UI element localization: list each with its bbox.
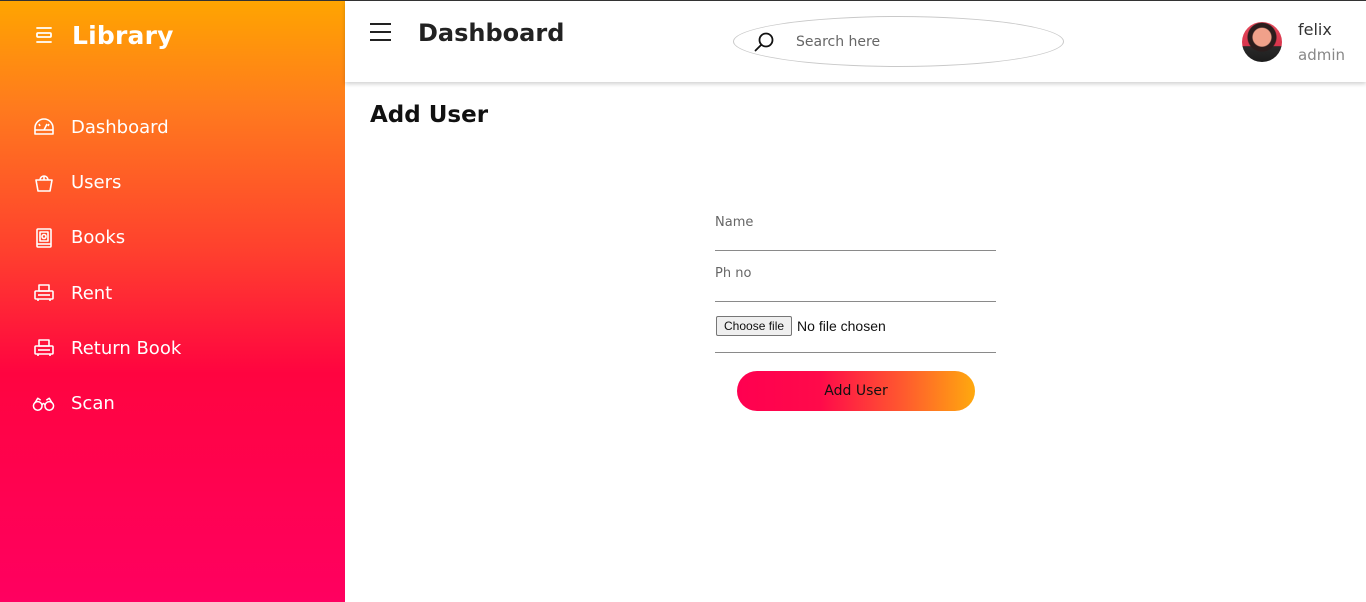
sidebar-item-rent[interactable]: Rent xyxy=(0,266,345,321)
user-name: felix xyxy=(1298,20,1332,39)
sidebar-item-label: Dashboard xyxy=(71,117,169,139)
list-lines-icon xyxy=(33,24,55,46)
header-title: Dashboard xyxy=(418,19,565,47)
printer-icon xyxy=(32,282,55,305)
dashboard-icon xyxy=(32,116,55,139)
add-user-form: Choose file No file chosen xyxy=(715,200,996,353)
choose-file-button[interactable]: Choose file xyxy=(716,316,793,336)
users-icon xyxy=(32,171,55,194)
file-input: Choose file No file chosen xyxy=(716,316,886,336)
file-field-wrapper: Choose file No file chosen xyxy=(715,302,996,353)
sidebar-item-label: Users xyxy=(71,172,122,194)
sidebar-item-dashboard[interactable]: Dashboard xyxy=(0,100,345,155)
book-icon xyxy=(32,226,55,249)
sidebar-item-return-book[interactable]: Return Book xyxy=(0,321,345,376)
hamburger-icon-line xyxy=(370,31,391,33)
file-status: No file chosen xyxy=(797,318,886,334)
menu-toggle-button[interactable] xyxy=(370,23,394,45)
phone-field[interactable] xyxy=(715,263,996,283)
sidebar-item-label: Scan xyxy=(71,393,115,415)
sidebar-nav: Dashboard Users Books Rent Return Book S… xyxy=(0,100,345,431)
sidebar-item-books[interactable]: Books xyxy=(0,210,345,265)
phone-field-wrapper xyxy=(715,251,996,302)
sidebar: Library Dashboard Users Books Rent Retur… xyxy=(0,0,345,602)
brand-title: Library xyxy=(72,20,174,50)
sidebar-item-label: Books xyxy=(71,227,126,249)
name-field-wrapper xyxy=(715,200,996,251)
hamburger-icon-line xyxy=(370,23,391,25)
avatar[interactable] xyxy=(1242,22,1282,62)
search-box[interactable] xyxy=(733,16,1064,67)
printer-icon xyxy=(32,337,55,360)
name-field[interactable] xyxy=(715,212,996,232)
hamburger-icon-line xyxy=(370,39,391,41)
binoculars-icon xyxy=(32,392,55,415)
top-header: Dashboard felix admin xyxy=(345,1,1366,82)
add-user-button[interactable]: Add User xyxy=(737,371,975,411)
search-icon xyxy=(752,30,776,54)
app-window: Library Dashboard Users Books Rent Retur… xyxy=(0,0,1366,602)
sidebar-item-scan[interactable]: Scan xyxy=(0,376,345,431)
brand[interactable]: Library xyxy=(33,18,174,52)
search-input[interactable] xyxy=(796,31,1036,53)
sidebar-item-label: Rent xyxy=(71,282,113,304)
sidebar-item-users[interactable]: Users xyxy=(0,155,345,210)
top-border xyxy=(0,0,1366,1)
user-role: admin xyxy=(1298,46,1345,64)
sidebar-item-label: Return Book xyxy=(71,337,182,359)
page-title: Add User xyxy=(370,102,489,128)
